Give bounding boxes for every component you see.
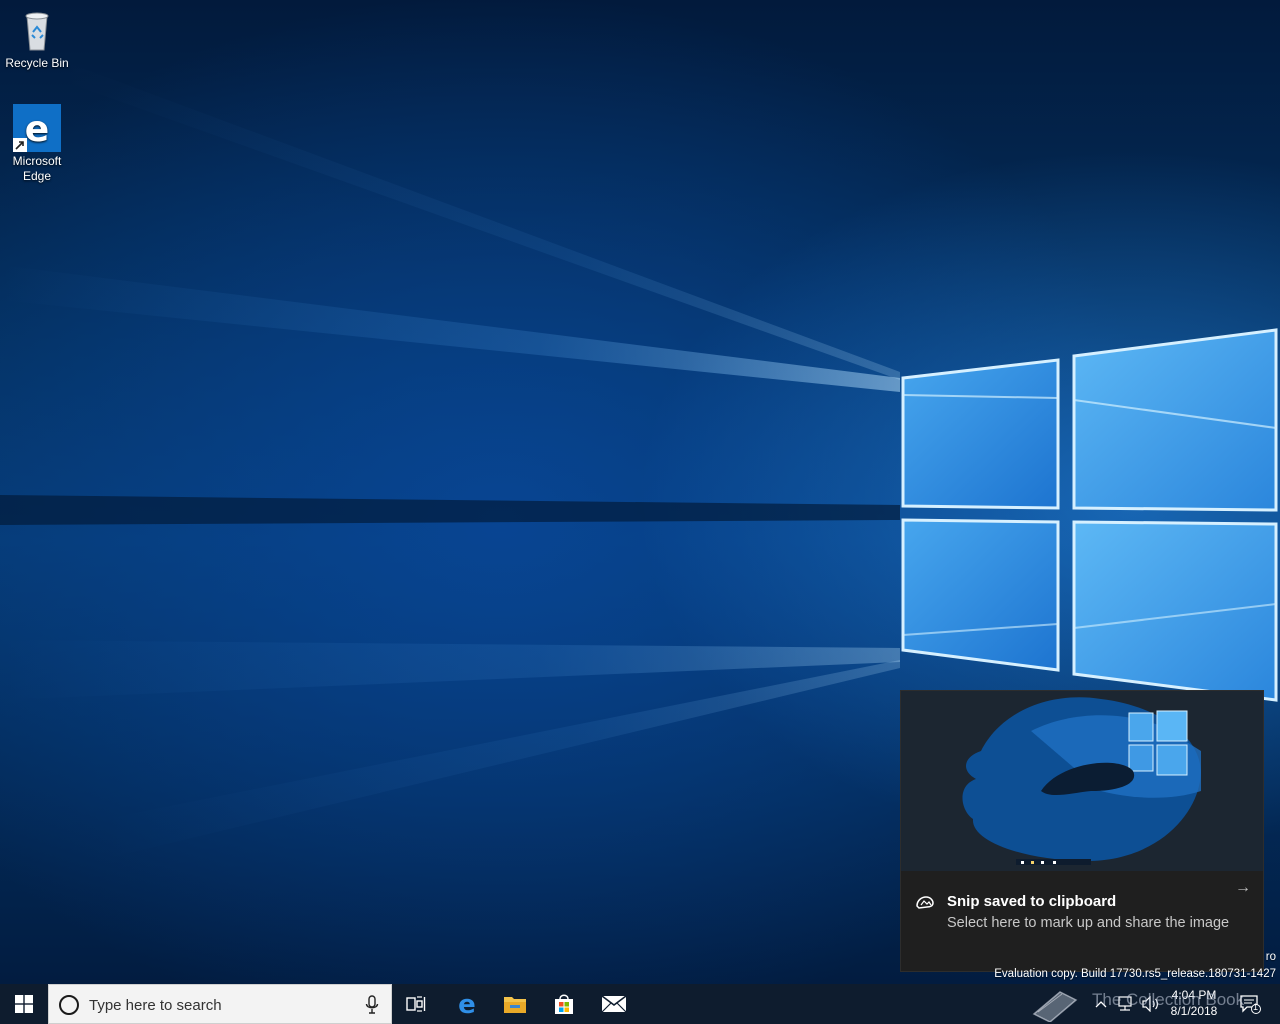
windows-start-icon: [15, 995, 33, 1013]
toast-title: Snip saved to clipboard: [947, 893, 1117, 910]
snip-and-sketch-icon: [915, 894, 935, 910]
search-placeholder: Type here to search: [89, 997, 222, 1014]
desktop-icon-label: Recycle Bin: [5, 56, 69, 70]
clock-date: 8/1/2018: [1170, 1004, 1218, 1018]
taskbar-file-explorer-button[interactable]: [491, 984, 539, 1024]
desktop-icon-label: Microsoft Edge: [12, 154, 62, 183]
microsoft-edge-icon: e: [458, 992, 476, 1016]
notification-count-badge: 1: [1253, 1002, 1259, 1012]
microsoft-store-icon: [555, 994, 573, 1014]
start-button[interactable]: [0, 984, 48, 1024]
search-input[interactable]: Type here to search: [48, 984, 392, 1024]
task-view-button[interactable]: [392, 984, 440, 1024]
svg-text:e: e: [25, 109, 49, 150]
chevron-up-icon: [1095, 1001, 1107, 1008]
evaluation-watermark-edition: ro: [1265, 951, 1276, 963]
desktop-icon-microsoft-edge[interactable]: e Microsoft Edge: [1, 104, 73, 184]
taskbar-edge-button[interactable]: e: [443, 984, 491, 1024]
action-center-button[interactable]: 1: [1236, 984, 1264, 1024]
evaluation-watermark-build: Evaluation copy. Build 17730.rs5_release…: [994, 968, 1276, 980]
open-arrow-icon[interactable]: →: [1235, 879, 1251, 897]
task-view-icon: [406, 996, 426, 1012]
cortana-icon: [59, 995, 79, 1015]
desktop-icon-recycle-bin[interactable]: Recycle Bin: [1, 6, 73, 71]
clock-time: 4:04 PM: [1171, 988, 1217, 1002]
mail-icon: [601, 995, 627, 1013]
taskbar-store-button[interactable]: [540, 984, 588, 1024]
recycle-bin-icon: [13, 6, 61, 54]
microphone-icon[interactable]: [365, 995, 379, 1015]
show-hidden-icons-button[interactable]: [1092, 984, 1110, 1024]
taskbar-clock[interactable]: 4:04 PM 8/1/2018: [1154, 987, 1234, 1019]
microsoft-edge-icon: e: [13, 104, 61, 152]
taskbar: Type here to search e 4:04 PM 8/1/2018 1: [0, 984, 1280, 1024]
snip-preview-image: [901, 691, 1263, 871]
snip-notification-toast[interactable]: → Snip saved to clipboard Select here to…: [900, 690, 1264, 972]
file-explorer-folder-icon: [504, 997, 526, 1013]
toast-body: Select here to mark up and share the ima…: [947, 915, 1230, 931]
network-button[interactable]: [1114, 984, 1136, 1024]
taskbar-mail-button[interactable]: [590, 984, 638, 1024]
network-icon: [1118, 996, 1132, 1011]
svg-text:e: e: [458, 992, 476, 1016]
